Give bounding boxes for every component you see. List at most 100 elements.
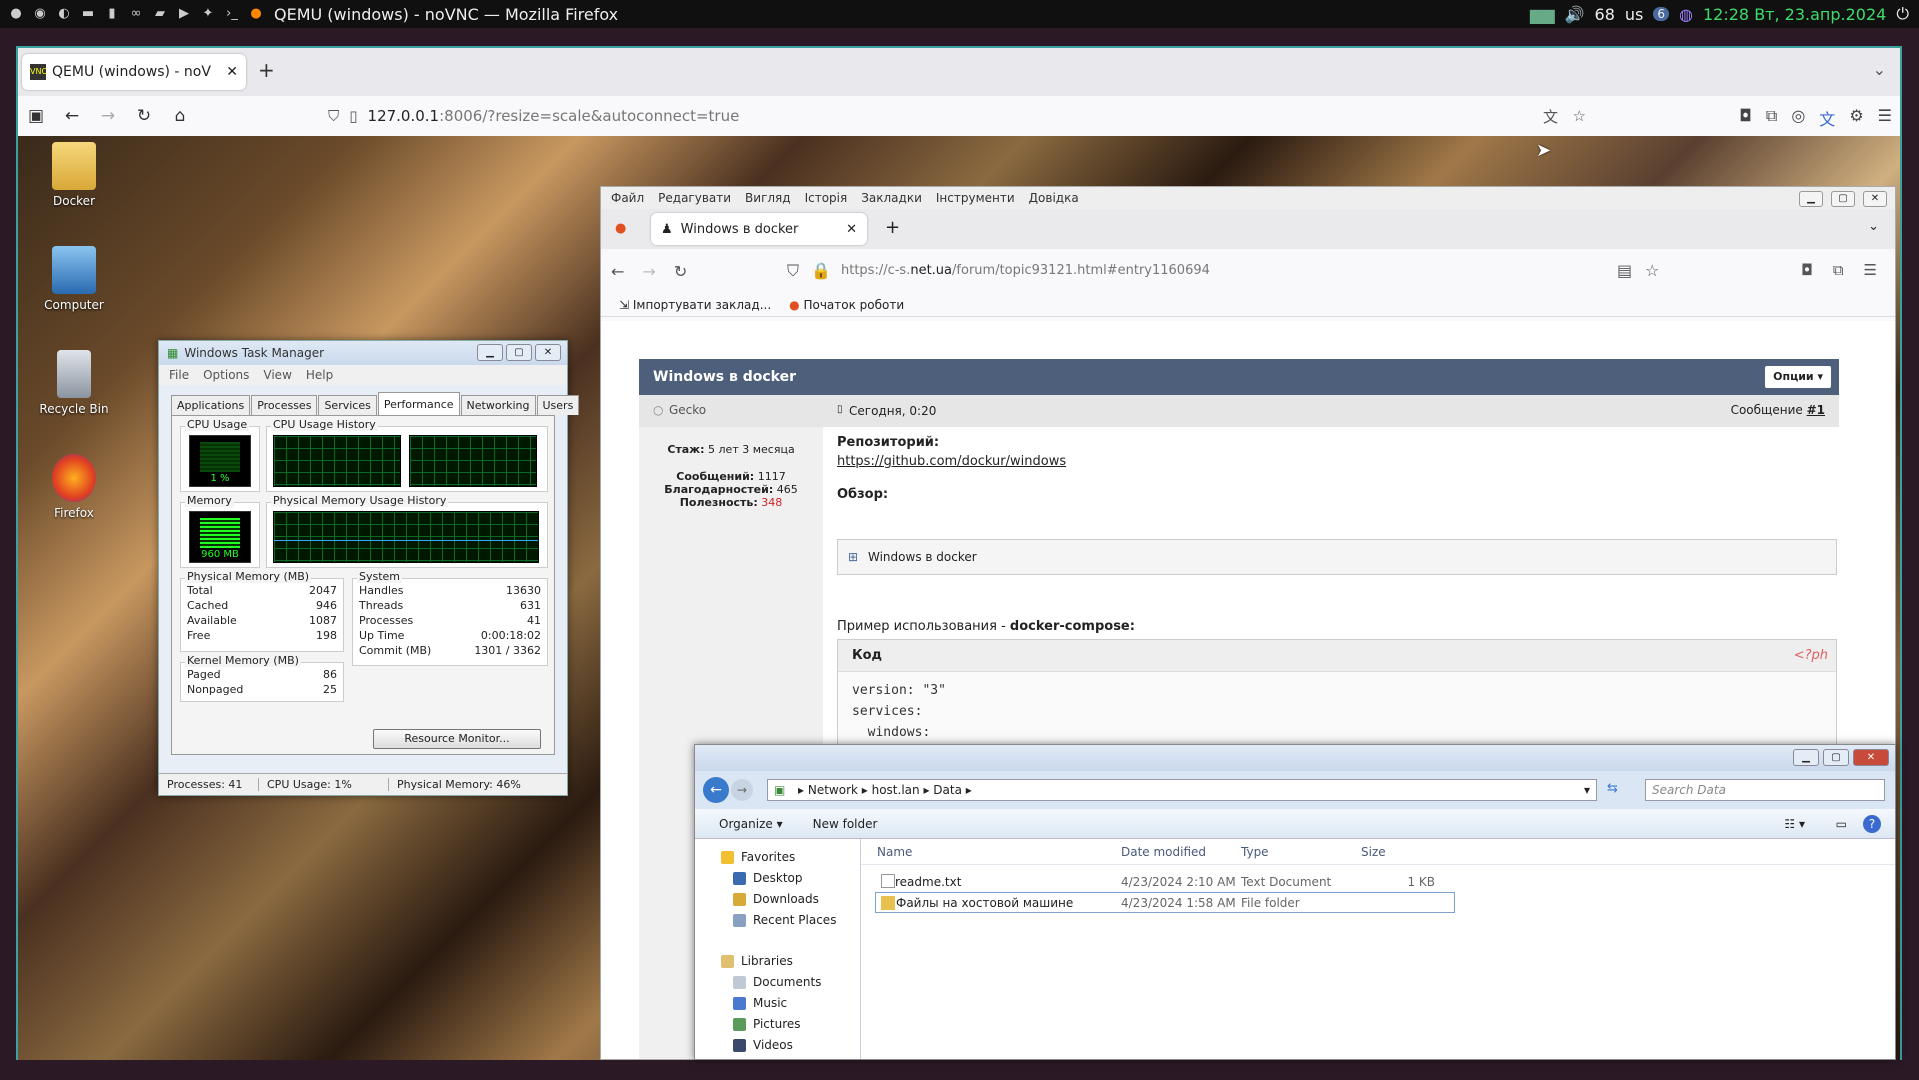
nav-documents[interactable]: Documents [695,972,860,993]
help-icon[interactable]: ? [1863,814,1881,833]
maximize-button[interactable]: ▢ [506,344,532,361]
forward-icon[interactable]: → [642,262,655,281]
chat-icon[interactable]: ▬ [80,6,96,22]
back-icon[interactable]: ← [611,262,624,281]
home-icon[interactable]: ⌂ [162,106,198,126]
tab-performance[interactable]: Performance [377,392,460,415]
bookmark-import[interactable]: ⇲ Імпортувати заклад... [619,298,771,312]
lock-icon[interactable]: 🔒 [811,261,831,280]
view-options-icon[interactable]: ☷ ▾ [1784,817,1805,831]
menu-bookmarks[interactable]: Закладки [861,191,922,205]
menu-edit[interactable]: Редагувати [658,191,731,205]
network-icon[interactable]: ▆▆ [1530,5,1555,24]
terminal-icon[interactable]: ›_ [224,6,240,22]
back-button[interactable]: ← [703,777,729,803]
minimize-button[interactable]: ▁ [1793,749,1819,766]
settings-icon[interactable]: ⚙ [1849,106,1863,130]
expand-icon[interactable]: ⊞ [848,540,858,574]
minimize-button[interactable]: ▁ [477,344,503,361]
repo-link[interactable]: https://github.com/dockur/windows [837,454,1837,469]
reader-icon[interactable]: ▤ [1617,261,1632,280]
options-button[interactable]: Опции ▾ [1765,366,1831,388]
notification-badge[interactable]: 6 [1653,7,1670,21]
menu-view[interactable]: Вигляд [745,191,791,205]
play-icon[interactable]: ▶ [176,6,192,22]
resource-monitor-button[interactable]: Resource Monitor... [373,729,541,749]
folder-icon[interactable]: ▰ [152,6,168,22]
nav-music[interactable]: Music [695,993,860,1014]
search-input[interactable]: Search Data [1645,779,1885,801]
clock[interactable]: 12:28 Вт, 23.апр.2024 [1703,5,1886,24]
bookmark-star-icon[interactable]: ☆ [1573,107,1586,125]
github-icon[interactable]: ● [8,6,24,22]
col-size[interactable]: Size [1361,845,1421,859]
account-icon[interactable]: ◎ [1791,106,1805,130]
nav-recent-places[interactable]: Recent Places [695,910,860,931]
menu-tools[interactable]: Інструменти [936,191,1015,205]
close-tab-icon[interactable]: ✕ [846,222,857,237]
menu-view[interactable]: View [263,368,291,382]
back-icon[interactable]: ← [54,106,90,126]
nav-libraries[interactable]: Libraries [695,951,860,972]
pocket-icon[interactable]: ◘ [1739,106,1752,130]
spoiler-block[interactable]: ⊞ Windows в docker [837,539,1837,575]
tab-users[interactable]: Users [536,395,580,415]
refresh-icon[interactable]: ⇆ [1607,781,1618,796]
menu-icon[interactable]: ☰ [1864,261,1877,279]
breadcrumb-data[interactable]: Data [933,783,962,797]
nav-favorites[interactable]: Favorites [695,847,860,868]
firefox-icon[interactable]: ● [615,221,626,236]
tab-applications[interactable]: Applications [171,395,251,415]
message-link[interactable]: #1 [1807,403,1825,417]
address-bar[interactable]: ▣ ▸ Network ▸ host.lan ▸ Data ▸ ▾ [767,779,1597,801]
menu-file[interactable]: File [169,368,189,382]
file-icon[interactable]: ▮ [104,6,120,22]
breadcrumb-network[interactable]: Network [808,783,858,797]
nav-pictures[interactable]: Pictures [695,1014,860,1035]
forward-icon[interactable]: → [90,106,126,126]
viber-icon[interactable]: ◍ [1679,5,1693,24]
chevron-down-icon[interactable]: ▾ [1584,780,1590,800]
file-row[interactable]: readme.txt 4/23/2024 2:10 AM Text Docume… [875,871,1895,892]
col-type[interactable]: Type [1241,845,1361,859]
menu-options[interactable]: Options [203,368,249,382]
extensions-icon[interactable]: ⧉ [1766,106,1777,130]
nav-desktop[interactable]: Desktop [695,868,860,889]
menu-help[interactable]: Help [306,368,333,382]
pocket-icon[interactable]: ◘ [1801,261,1813,279]
firefox-icon[interactable]: ● [248,6,264,22]
nav-downloads[interactable]: Downloads [695,889,860,910]
menu-file[interactable]: Файл [611,191,644,205]
menu-icon[interactable]: ☰ [1878,106,1892,130]
bookmark-star-icon[interactable]: ☆ [1645,261,1659,280]
desktop-icon-docker[interactable]: Docker [34,142,114,208]
col-date[interactable]: Date modified [1121,845,1241,859]
link-icon[interactable]: ∞ [128,6,144,22]
app-icon[interactable]: ◉ [32,6,48,22]
bookmark-getting-started[interactable]: ● Початок роботи [789,298,904,312]
tab-processes[interactable]: Processes [251,395,318,415]
power-icon[interactable]: ⏻ [1896,4,1909,24]
tab-services[interactable]: Services [318,395,377,415]
title-bar[interactable] [695,745,1895,771]
chevron-down-icon[interactable]: ⌄ [1873,60,1886,79]
sidebar-icon[interactable]: ▣ [18,106,54,126]
tab-networking[interactable]: Networking [460,395,536,415]
extensions-icon[interactable]: ⧉ [1833,261,1844,279]
tab-novnc[interactable]: VNC QEMU (windows) - noVNC ✕ [22,54,246,90]
nav-videos[interactable]: Videos [695,1035,860,1056]
close-button[interactable]: ✕ [1853,749,1889,766]
translate-icon[interactable]: 文 [1543,106,1558,127]
desktop-icon-firefox[interactable]: Firefox [34,454,114,520]
keyboard-layout[interactable]: us [1625,5,1643,24]
forward-button[interactable]: → [731,779,753,801]
menu-help[interactable]: Довідка [1029,191,1079,205]
desktop-icon-recycle-bin[interactable]: Recycle Bin [34,350,114,416]
volume-icon[interactable]: 🔊 [1565,5,1585,24]
reload-icon[interactable]: ↻ [126,106,162,126]
new-folder-button[interactable]: New folder [813,817,878,831]
maximize-button[interactable]: ▢ [1831,191,1855,207]
post-author[interactable]: Gecko [669,403,706,417]
maximize-button[interactable]: ▢ [1823,749,1849,766]
file-row[interactable]: Файлы на хостовой машине 4/23/2024 1:58 … [875,892,1455,913]
